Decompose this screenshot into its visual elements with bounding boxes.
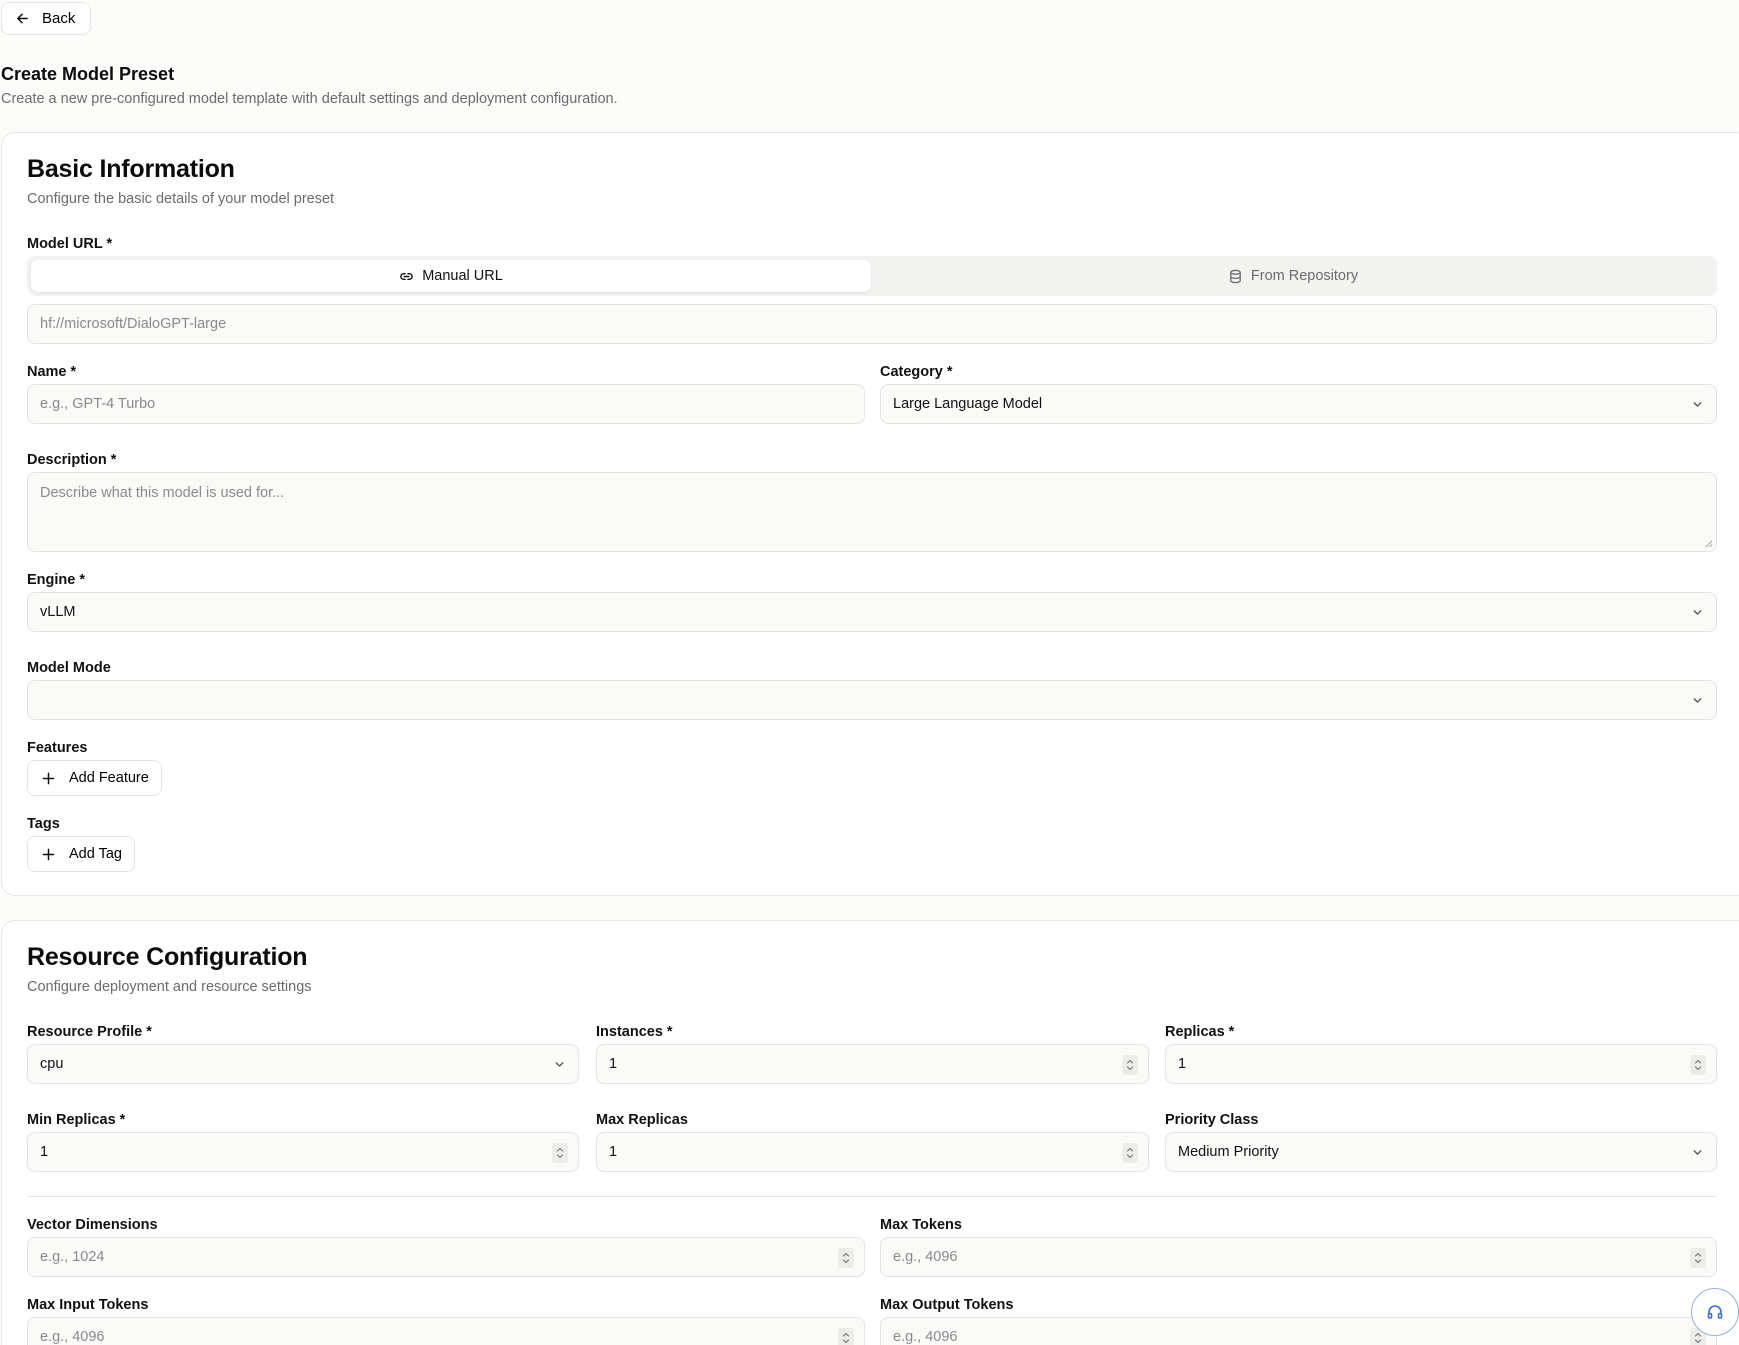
tags-label: Tags [27, 816, 60, 832]
page-subtitle: Create a new pre-configured model templa… [1, 91, 618, 107]
support-button[interactable] [1691, 1288, 1739, 1336]
max-input-tokens-label: Max Input Tokens [27, 1297, 149, 1313]
basic-information-card: Basic Information Configure the basic de… [1, 132, 1739, 896]
model-mode-select[interactable] [27, 680, 1717, 720]
add-feature-button[interactable]: Add Feature [27, 760, 162, 796]
link-icon [400, 272, 413, 280]
chevron-down-icon [1693, 610, 1702, 615]
arrow-left-icon [17, 13, 28, 24]
plus-icon [42, 848, 55, 860]
plus-icon [42, 772, 55, 784]
chevron-up-down-icon [1694, 1059, 1702, 1071]
basic-information-title: Basic Information [27, 155, 235, 183]
min-replicas-label: Min Replicas * [27, 1112, 126, 1128]
chevron-up-down-icon [1126, 1147, 1134, 1159]
description-textarea[interactable]: Describe what this model is used for... [27, 472, 1717, 552]
replicas-label: Replicas * [1165, 1024, 1235, 1040]
max-output-tokens-label: Max Output Tokens [880, 1297, 1014, 1313]
tab-manual-url[interactable]: Manual URL [31, 260, 871, 292]
model-url-label: Model URL * [27, 236, 113, 252]
back-button[interactable]: Back [1, 2, 91, 35]
basic-information-subtitle: Configure the basic details of your mode… [27, 191, 335, 207]
vector-dimensions-stepper[interactable] [838, 1248, 854, 1268]
description-label: Description * [27, 452, 117, 468]
chevron-up-down-icon [1694, 1252, 1702, 1264]
model-url-source-tabs: Manual URL From Repository [27, 256, 1717, 296]
chevron-up-down-icon [842, 1332, 850, 1344]
priority-class-select[interactable]: Medium Priority [1165, 1132, 1717, 1172]
min-replicas-input[interactable]: 1 [27, 1132, 579, 1172]
back-label: Back [42, 10, 76, 27]
max-replicas-label: Max Replicas [596, 1112, 688, 1128]
features-label: Features [27, 740, 88, 756]
category-label: Category * [880, 364, 953, 380]
chevron-down-icon [1693, 698, 1702, 703]
headphones-icon [1707, 1305, 1723, 1319]
name-label: Name * [27, 364, 77, 380]
name-input[interactable]: e.g., GPT-4 Turbo [27, 384, 865, 424]
engine-select[interactable]: vLLM [27, 592, 1717, 632]
engine-label: Engine * [27, 572, 86, 588]
resize-handle-icon[interactable] [1704, 539, 1713, 548]
category-select[interactable]: Large Language Model [880, 384, 1717, 424]
model-url-input[interactable]: hf://microsoft/DialoGPT-large [27, 304, 1717, 344]
resource-profile-label: Resource Profile * [27, 1024, 152, 1040]
model-mode-label: Model Mode [27, 660, 111, 676]
resource-configuration-title: Resource Configuration [27, 943, 308, 971]
chevron-up-down-icon [1126, 1059, 1134, 1071]
replicas-stepper[interactable] [1690, 1055, 1706, 1075]
max-replicas-input[interactable]: 1 [596, 1132, 1149, 1172]
max-tokens-label: Max Tokens [880, 1217, 962, 1233]
resource-profile-select[interactable]: cpu [27, 1044, 579, 1084]
chevron-down-icon [1693, 1150, 1702, 1155]
max-input-tokens-stepper[interactable] [838, 1328, 854, 1345]
max-replicas-stepper[interactable] [1122, 1143, 1138, 1163]
instances-stepper[interactable] [1122, 1055, 1138, 1075]
section-divider [27, 1196, 1717, 1197]
page-title: Create Model Preset [1, 64, 175, 84]
vector-dimensions-input[interactable]: e.g., 1024 [27, 1237, 865, 1277]
min-replicas-stepper[interactable] [552, 1143, 568, 1163]
vector-dimensions-label: Vector Dimensions [27, 1217, 158, 1233]
max-output-tokens-input[interactable]: e.g., 4096 [880, 1317, 1717, 1345]
priority-class-label: Priority Class [1165, 1112, 1259, 1128]
add-tag-button[interactable]: Add Tag [27, 836, 135, 872]
instances-input[interactable]: 1 [596, 1044, 1149, 1084]
resource-configuration-subtitle: Configure deployment and resource settin… [27, 979, 312, 995]
instances-label: Instances * [596, 1024, 673, 1040]
resource-configuration-card: Resource Configuration Configure deploym… [1, 920, 1739, 1345]
chevron-up-down-icon [556, 1147, 564, 1159]
replicas-input[interactable]: 1 [1165, 1044, 1717, 1084]
chevron-down-icon [555, 1062, 564, 1067]
max-tokens-input[interactable]: e.g., 4096 [880, 1237, 1717, 1277]
database-icon [1230, 269, 1241, 283]
chevron-up-down-icon [842, 1252, 850, 1264]
max-tokens-stepper[interactable] [1690, 1248, 1706, 1268]
max-input-tokens-input[interactable]: e.g., 4096 [27, 1317, 865, 1345]
chevron-up-down-icon [1694, 1332, 1702, 1344]
tab-from-repository[interactable]: From Repository [873, 260, 1713, 292]
chevron-down-icon [1693, 402, 1702, 407]
